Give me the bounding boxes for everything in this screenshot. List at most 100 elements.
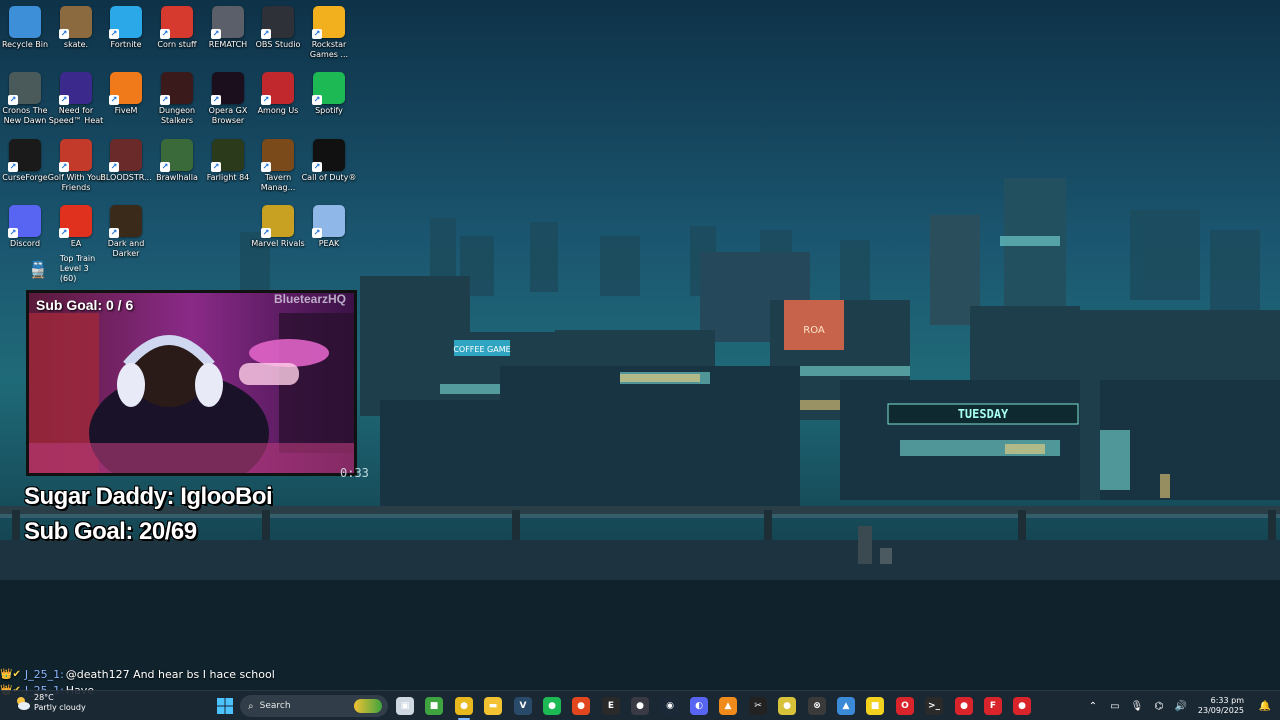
taskbar-app-ea-app[interactable]: ● (1011, 695, 1033, 717)
desktop-icon[interactable]: ↗ skate. (51, 6, 101, 50)
taskbar-app-xbox[interactable]: ⊗ (806, 695, 828, 717)
taskbar-clock[interactable]: 6:33 pm 23/09/2025 (1198, 696, 1244, 716)
start-button[interactable] (214, 695, 236, 717)
ea-icon: ↗ (59, 205, 92, 238)
taskbar-app-task-view[interactable]: ▣ (394, 695, 416, 717)
fivem-icon: ↗ (109, 72, 142, 105)
shortcut-arrow-icon: ↗ (312, 162, 322, 172)
taskbar-app-chrome[interactable]: ● (453, 695, 475, 720)
tablet-icon[interactable]: ▭ (1104, 701, 1126, 712)
power-icon: ↗ (160, 6, 193, 39)
rematch-icon: ↗ (211, 6, 244, 39)
taskbar-app-opera[interactable]: ● (570, 695, 592, 717)
taskbar-app-obs[interactable]: ● (629, 695, 651, 717)
volume-icon[interactable]: 🔊 (1170, 701, 1192, 712)
chrome-icon: ● (455, 697, 473, 715)
desktop-icon[interactable]: ↗ OBS Studio (253, 6, 303, 50)
recycle-bin-icon (9, 6, 41, 38)
taskbar-app-notes[interactable]: ● (776, 695, 798, 717)
microphone-icon[interactable]: 🎙 (1126, 701, 1148, 712)
taskbar-app-photos[interactable]: ▲ (835, 695, 857, 717)
desktop-icon[interactable]: ↗ FiveM (101, 72, 151, 116)
taskbar-app-terminal[interactable]: >_ (923, 695, 945, 717)
vlc-icon: ▲ (719, 697, 737, 715)
desktop-icon[interactable]: ↗ BLOODSTR... (100, 139, 152, 183)
webcam-overlay: Sub Goal: 0 / 6 BluetearzHQ (26, 290, 357, 476)
peak-icon: ↗ (312, 205, 345, 238)
weather-widget[interactable]: 28°C Partly cloudy (14, 693, 86, 713)
desktop-icon[interactable]: ↗ REMATCH (203, 6, 253, 50)
obs-icon: ↗ (261, 6, 294, 39)
network-icon[interactable]: ⌬ (1148, 701, 1170, 712)
shortcut-arrow-icon: ↗ (211, 162, 221, 172)
shortcut-arrow-icon: ↗ (312, 228, 322, 238)
desktop-icon[interactable]: ↗ EA (51, 205, 101, 249)
tuesday-sign: TUESDAY (958, 407, 1009, 421)
desktop-icon[interactable]: ↗ Brawlhalla (152, 139, 202, 183)
shortcut-arrow-icon: ↗ (8, 228, 18, 238)
notification-bell-icon[interactable]: 🔔 (1254, 701, 1276, 712)
desktop-icon[interactable]: Recycle Bin (0, 6, 50, 50)
desktop-icon[interactable]: ↗ Marvel Rivals (251, 205, 305, 249)
desktop-icon[interactable]: ↗ Golf With Your Friends (48, 139, 104, 193)
ea-app-icon: ● (1013, 697, 1031, 715)
desktop-icon[interactable]: ↗ Farlight 84 (203, 139, 253, 183)
desktop-icon-label: Top Train Level 3 (60) (59, 254, 96, 283)
desktop-icon[interactable]: ↗ Cronos The New Dawn (0, 72, 50, 126)
rockstar-icon: ↗ (312, 6, 345, 39)
skate-icon: ↗ (59, 6, 92, 39)
chat-message: 👑✔ J_25_1: @death127 And hear bs I hace … (0, 668, 275, 681)
desktop-icon[interactable]: ↗ Rockstar Games ... (304, 6, 354, 60)
shortcut-arrow-icon: ↗ (160, 95, 170, 105)
discord-icon: ◐ (690, 697, 708, 715)
desktop-icon[interactable]: ↗ Call of Duty® (302, 139, 356, 183)
webcam-feed (29, 293, 354, 473)
desktop-icon-top-train[interactable]: 🚆 Top Train Level 3 (60) (28, 254, 104, 284)
shortcut-arrow-icon: ↗ (59, 95, 69, 105)
taskbar-app-vlc[interactable]: ▲ (717, 695, 739, 717)
taskbar-app-file-explorer[interactable]: ▬ (482, 695, 504, 717)
taskbar-app-opera-gx[interactable]: O (894, 695, 916, 717)
streamer-handle: BluetearzHQ (273, 292, 346, 306)
desktop-icon[interactable]: ↗ Dark and Darker (101, 205, 151, 259)
desktop-icon-label: Call of Duty® (301, 173, 357, 182)
cronos-icon: ↗ (8, 72, 41, 105)
overlay-timer-fragment: 0:33 (340, 466, 369, 480)
taskbar-app-spotify[interactable]: ● (541, 695, 563, 717)
nfs-icon: ↗ (59, 72, 92, 105)
search-placeholder: Search (259, 701, 291, 711)
taskbar-app-capcut[interactable]: ✂ (747, 695, 769, 717)
marvel-rivals-icon: ↗ (261, 205, 294, 238)
taskbar-app-discord[interactable]: ◐ (688, 695, 710, 717)
desktop-icon-label: Dark and Darker (107, 239, 145, 258)
vegas-icon: V (514, 697, 532, 715)
taskbar-app-coreldraw[interactable]: ● (953, 695, 975, 717)
shortcut-arrow-icon: ↗ (261, 228, 271, 238)
desktop-icon[interactable]: ↗ Dungeon Stalkers (152, 72, 202, 126)
taskbar-app-epic-games[interactable]: E (600, 695, 622, 717)
desktop-icon[interactable]: ↗ PEAK (304, 205, 354, 249)
obs-icon: ● (631, 697, 649, 715)
desktop-icon[interactable]: ↗ Fortnite (101, 6, 151, 50)
chevron-up-icon[interactable]: ⌃ (1082, 701, 1104, 712)
opera-icon: ● (572, 697, 590, 715)
desktop-icon[interactable]: ↗ Opera GX Browser (203, 72, 253, 126)
desktop-icon[interactable]: ↗ CurseForge (0, 139, 50, 183)
desktop-icon[interactable]: ↗ Discord (0, 205, 50, 249)
taskbar-search-box[interactable]: ⌕ Search (240, 695, 388, 717)
taskbar-app-faceit[interactable]: F (982, 695, 1004, 717)
desktop-icon[interactable]: ↗ Among Us (253, 72, 303, 116)
train-icon: 🚆 (28, 259, 48, 279)
desktop-icon[interactable]: ↗ Corn stuff (152, 6, 202, 50)
file-explorer-icon: ▬ (484, 697, 502, 715)
taskbar-app-vegas[interactable]: V (512, 695, 534, 717)
system-tray: ⌃ ▭ 🎙 ⌬ 🔊 6:33 pm 23/09/2025 🔔 (1082, 691, 1280, 720)
desktop-icon[interactable]: ↗ Need for Speed™ Heat (49, 72, 103, 126)
taskbar-app-minecraft[interactable]: ■ (423, 695, 445, 717)
faceit-icon: F (984, 697, 1002, 715)
desktop-icon[interactable]: ↗ Tavern Manag... (253, 139, 303, 193)
taskbar-app-sticky-notes[interactable]: ■ (864, 695, 886, 717)
taskbar-app-steam[interactable]: ◉ (659, 695, 681, 717)
desktop-icon[interactable]: ↗ Spotify (304, 72, 354, 116)
spotify-icon: ● (543, 697, 561, 715)
